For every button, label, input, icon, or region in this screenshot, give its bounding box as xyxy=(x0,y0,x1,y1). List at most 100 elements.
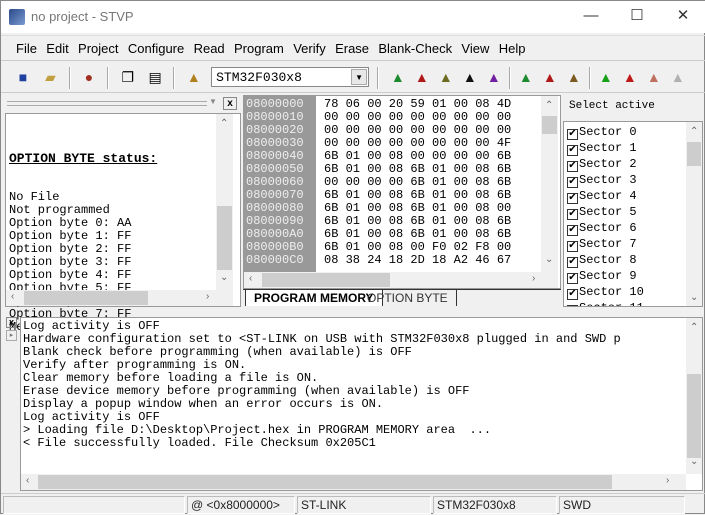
window-title: no project - STVP xyxy=(31,9,134,24)
verify-all-icon[interactable]: ▲ xyxy=(436,67,456,87)
sector-item[interactable]: ✔ Sector 1 xyxy=(564,140,702,156)
memory-bytes[interactable]: 08 38 24 18 2D 18 A2 46 67 xyxy=(316,253,511,267)
menu-program[interactable]: Program xyxy=(231,36,287,56)
memory-bytes[interactable]: 6B 01 00 08 6B 01 00 08 6B xyxy=(316,214,511,228)
checkbox[interactable]: ✔ xyxy=(567,145,578,156)
menu-help[interactable]: Help xyxy=(496,36,529,56)
sector-item[interactable]: ✔ Sector 2 xyxy=(564,156,702,172)
close-icon[interactable]: x xyxy=(6,317,17,328)
expand-icon[interactable]: ▸ xyxy=(6,330,17,341)
horizontal-scrollbar[interactable]: ‹ › xyxy=(21,474,686,490)
menu-blank-check[interactable]: Blank-Check xyxy=(375,36,455,56)
program-current-tab-icon[interactable]: ▲ xyxy=(620,67,640,87)
memory-bytes[interactable]: 00 00 00 00 6B 01 00 08 6B xyxy=(316,175,511,189)
horizontal-scrollbar[interactable]: ‹ › xyxy=(244,272,558,288)
horizontal-scrollbar[interactable]: ‹ › xyxy=(6,290,233,306)
verify-icon[interactable]: ▲ xyxy=(564,67,584,87)
sector-item[interactable]: ✔ Sector 6 xyxy=(564,220,702,236)
memory-bytes[interactable]: 00 00 00 00 00 00 00 00 00 xyxy=(316,123,511,137)
status-device: STM32F030x8 xyxy=(433,496,557,514)
memory-bytes[interactable]: 00 00 00 00 00 00 00 00 00 xyxy=(316,110,511,124)
checkbox[interactable]: ✔ xyxy=(567,289,578,300)
menu-file[interactable]: File xyxy=(13,36,40,56)
sector-item[interactable]: ✔ Sector 7 xyxy=(564,236,702,252)
disabled-icon[interactable]: ▲ xyxy=(668,67,688,87)
checkbox[interactable]: ✔ xyxy=(567,257,578,268)
copy-icon[interactable]: ❐ xyxy=(118,67,138,87)
chevron-down-icon[interactable]: ▼ xyxy=(351,69,368,85)
checkbox[interactable]: ✔ xyxy=(567,161,578,172)
blank-check-icon[interactable]: ▲ xyxy=(484,67,504,87)
menu-erase[interactable]: Erase xyxy=(332,36,372,56)
close-icon[interactable]: x xyxy=(223,97,237,110)
sector-item[interactable]: ✔ Sector 0 xyxy=(564,124,702,140)
memory-bytes[interactable]: 6B 01 00 08 6B 01 00 08 6B xyxy=(316,188,511,202)
menu-verify[interactable]: Verify xyxy=(290,36,329,56)
sector-item[interactable]: ✔ Sector 3 xyxy=(564,172,702,188)
sector-label: Sector 3 xyxy=(579,173,637,187)
sector-item[interactable]: ✔ Sector 10 xyxy=(564,284,702,300)
save-icon[interactable]: ■ xyxy=(13,67,33,87)
chevron-down-icon[interactable]: ▼ xyxy=(209,97,221,110)
vertical-scrollbar[interactable]: ⌃ ⌄ xyxy=(216,114,233,290)
memory-bytes[interactable]: 78 06 00 20 59 01 00 08 4D xyxy=(316,97,511,111)
status-protocol: SWD xyxy=(559,496,685,514)
sector-header: Select active xyxy=(569,100,655,112)
sector-item[interactable]: ✔ Sector 8 xyxy=(564,252,702,268)
menu-edit[interactable]: Edit xyxy=(43,36,71,56)
menu-bar: File Edit Project Configure Read Program… xyxy=(1,35,705,61)
menu-project[interactable]: Project xyxy=(75,36,121,56)
maximize-button[interactable]: ☐ xyxy=(614,1,660,33)
device-select[interactable]: STM32F030x8 ▼ xyxy=(211,67,370,87)
sector-item[interactable]: ✔ Sector 9 xyxy=(564,268,702,284)
read-icon[interactable]: ▲ xyxy=(516,67,536,87)
memory-bytes[interactable]: 6B 01 00 08 6B 01 00 08 6B xyxy=(316,227,511,241)
read-all-icon[interactable]: ▲ xyxy=(388,67,408,87)
minimize-button[interactable]: — xyxy=(568,1,614,33)
verify-current-tab-icon[interactable]: ▲ xyxy=(644,67,664,87)
sector-label: Sector 5 xyxy=(579,205,637,219)
panel-grip[interactable] xyxy=(7,101,207,106)
app-icon xyxy=(9,9,25,25)
project-icon[interactable]: ● xyxy=(79,67,99,87)
read-current-tab-icon[interactable]: ▲ xyxy=(596,67,616,87)
open-icon[interactable]: ▰ xyxy=(40,67,60,87)
checkbox[interactable]: ✔ xyxy=(567,177,578,188)
vertical-scrollbar[interactable]: ⌃ ⌄ xyxy=(686,318,702,474)
checkbox[interactable]: ✔ xyxy=(567,273,578,284)
sector-item[interactable]: ✔ Sector 4 xyxy=(564,188,702,204)
menu-view[interactable]: View xyxy=(458,36,492,56)
vertical-scrollbar[interactable]: ⌃ ⌄ xyxy=(686,122,702,306)
sector-label: Sector 0 xyxy=(579,125,637,139)
memory-address: 080000C0 xyxy=(246,253,304,267)
checkbox[interactable]: ✔ xyxy=(567,193,578,204)
memory-row: 080000C0 08 38 24 18 2D 18 A2 46 67 xyxy=(244,254,511,267)
menu-read[interactable]: Read xyxy=(191,36,228,56)
checkbox[interactable]: ✔ xyxy=(567,209,578,220)
vertical-scrollbar[interactable]: ⌃ ⌄ xyxy=(541,96,558,272)
device-icon[interactable]: ▲ xyxy=(184,67,204,87)
memory-bytes[interactable]: 6B 01 00 08 6B 01 00 08 6B xyxy=(316,162,511,176)
sector-label: Sector 7 xyxy=(579,237,637,251)
checkbox[interactable]: ✔ xyxy=(567,129,578,140)
checkbox[interactable]: ✔ xyxy=(567,241,578,252)
close-button[interactable]: ✕ xyxy=(660,1,705,33)
erase-icon[interactable]: ▲ xyxy=(460,67,480,87)
checkbox[interactable]: ✔ xyxy=(567,305,578,306)
memory-bytes[interactable]: 6B 01 00 08 00 F0 02 F8 00 xyxy=(316,240,511,254)
sector-item[interactable]: ✔Sector 11 xyxy=(564,300,702,306)
tab-option-byte[interactable]: OPTION BYTE xyxy=(359,290,457,306)
program-icon[interactable]: ▲ xyxy=(540,67,560,87)
option-heading: OPTION BYTE status: xyxy=(9,151,158,166)
program-all-icon[interactable]: ▲ xyxy=(412,67,432,87)
memory-bytes[interactable]: 6B 01 00 08 00 00 00 00 6B xyxy=(316,149,511,163)
checkbox[interactable]: ✔ xyxy=(567,225,578,236)
memory-bytes[interactable]: 00 00 00 00 00 00 00 00 4F xyxy=(316,136,511,150)
sector-label: Sector 4 xyxy=(579,189,637,203)
sector-label: Sector 2 xyxy=(579,157,637,171)
sector-item[interactable]: ✔ Sector 5 xyxy=(564,204,702,220)
paste-icon[interactable]: ▤ xyxy=(145,67,165,87)
status-tool: ST-LINK xyxy=(297,496,431,514)
menu-configure[interactable]: Configure xyxy=(125,36,187,56)
memory-bytes[interactable]: 6B 01 00 08 6B 01 00 08 00 xyxy=(316,201,511,215)
